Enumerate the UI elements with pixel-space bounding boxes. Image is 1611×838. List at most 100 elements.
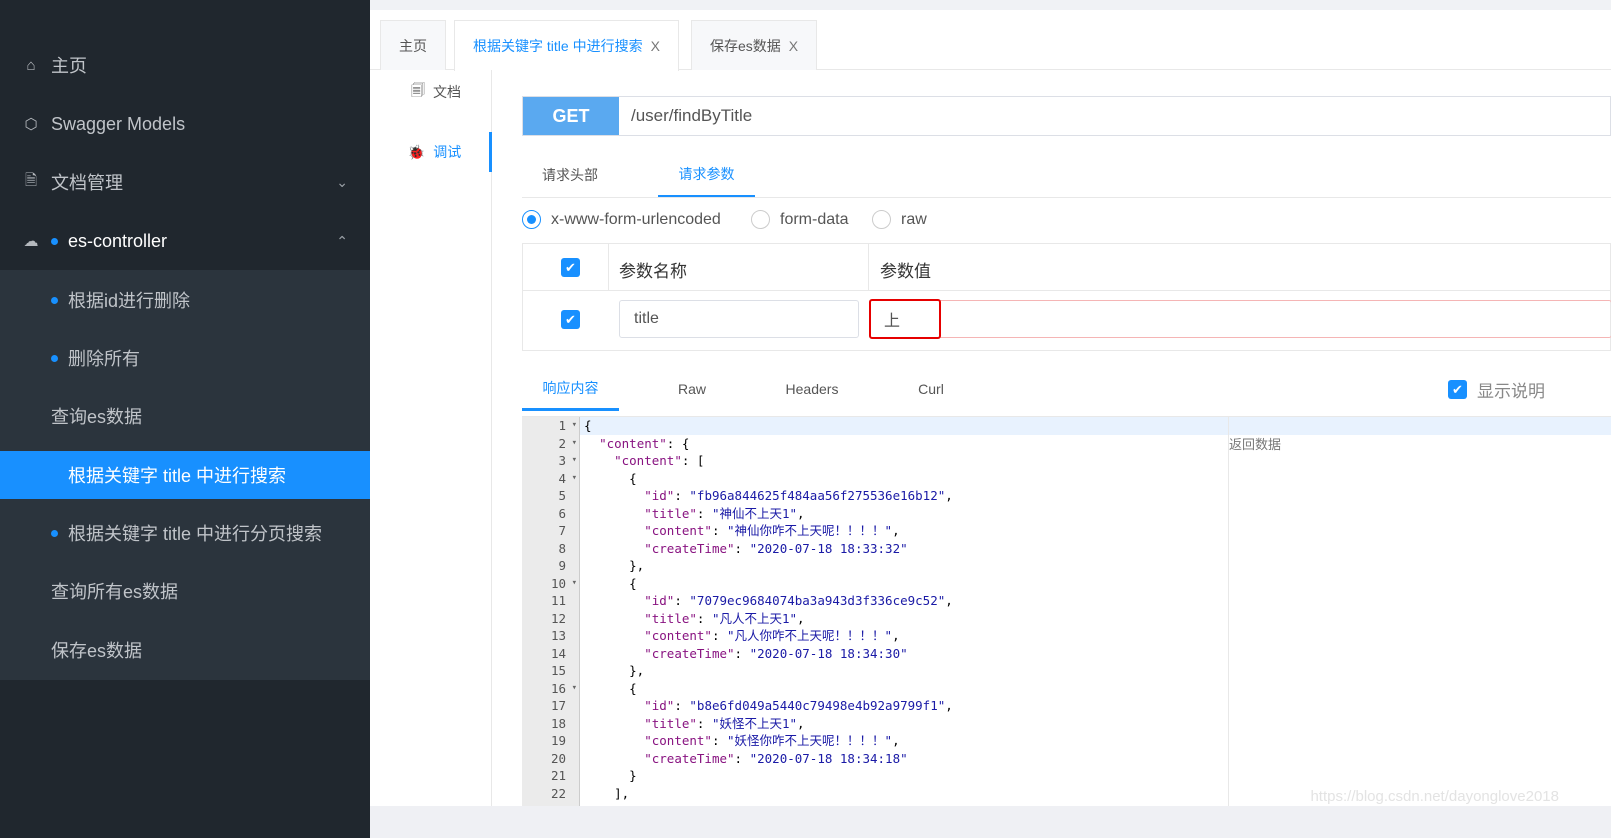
- url-bar: GET /user/findByTitle: [522, 96, 1611, 136]
- radio-label: x-www-form-urlencoded: [551, 210, 721, 228]
- sidebar-subitem-query-es[interactable]: 查询es数据: [0, 392, 370, 440]
- code-token: {: [584, 470, 637, 486]
- code-token: "2020-07-18 18:34:30": [749, 645, 908, 661]
- tab-label: 根据关键字 title 中进行搜索: [473, 38, 643, 54]
- code-token: "content": [644, 733, 712, 748]
- doc-nav-debug[interactable]: 🐞 调试: [380, 132, 492, 172]
- code-line: "content": {: [584, 435, 689, 453]
- code-token: "title": [644, 610, 697, 626]
- debug-label: 调试: [433, 144, 462, 160]
- document-settings-icon: 🗎: [24, 171, 38, 189]
- code-line: "id": "7079ec9684074ba3a943d3f336ce9c52"…: [584, 592, 953, 610]
- code-token: ],: [584, 785, 630, 801]
- show-desc-label: 显示说明: [1477, 382, 1545, 401]
- code-token: "id": [644, 488, 675, 503]
- code-token: ,: [945, 593, 953, 608]
- code-token: : [: [681, 453, 705, 468]
- code-token: {: [584, 418, 592, 433]
- api-cloud-icon: ☁: [23, 233, 39, 250]
- code-token: "id": [644, 698, 675, 713]
- sidebar-subitem-delete-by-id[interactable]: 根据id进行删除: [0, 276, 370, 324]
- code-token: ,: [945, 488, 953, 503]
- code-line: {: [584, 470, 637, 488]
- code-token: },: [584, 558, 645, 573]
- dot-icon: [51, 296, 58, 304]
- tab-request-params[interactable]: 请求参数: [658, 152, 755, 197]
- code-token: {: [584, 575, 637, 591]
- tab-raw[interactable]: Raw: [652, 367, 732, 411]
- code-token: "title": [644, 715, 697, 731]
- code-token: :: [696, 610, 712, 626]
- footer-bar: [370, 806, 1611, 838]
- sidebar-item-label: 文档管理: [51, 173, 123, 193]
- response-editor[interactable]: 1234567891011121314151617181920212223 { …: [522, 416, 1611, 806]
- sidebar-subitem-save-es[interactable]: 保存es数据: [0, 626, 370, 674]
- tab-headers[interactable]: Headers: [772, 367, 852, 411]
- sidebar-item-doc-management[interactable]: 🗎 文档管理 ⌄: [0, 153, 370, 211]
- code-token: :: [734, 750, 750, 766]
- line-number: 15: [550, 663, 566, 678]
- sidebar-subitem-search-title[interactable]: 根据关键字 title 中进行搜索: [0, 451, 370, 499]
- sidebar: ⌂ 主页 ⬡ Swagger Models 🗎 文档管理 ⌄ ☁ es-controlle…: [0, 0, 370, 838]
- tab-curl[interactable]: Curl: [891, 367, 971, 411]
- tab-search-title[interactable]: 根据关键字 title 中进行搜索 X: [454, 20, 679, 71]
- param-name-input[interactable]: title: [619, 300, 859, 338]
- tab-save-es[interactable]: 保存es数据 X: [691, 20, 818, 70]
- line-number: 4: [522, 470, 580, 488]
- code-line: "content": "凡人你咋不上天呢！！！！",: [584, 627, 900, 645]
- sidebar-subitem-query-all[interactable]: 查询所有es数据: [0, 567, 370, 615]
- sidebar-item-swagger-models[interactable]: ⬡ Swagger Models: [0, 95, 370, 153]
- code-token: "fb96a844625f484aa56f275536e16b12": [689, 488, 946, 503]
- line-number: 13: [550, 628, 566, 643]
- doc-nav-document[interactable]: 🗐 文档: [380, 72, 492, 112]
- sub-label: 保存es数据: [51, 641, 143, 661]
- tab-request-headers[interactable]: 请求头部: [522, 152, 618, 197]
- show-desc-toggle[interactable]: ✔ 显示说明: [1448, 377, 1545, 402]
- code-token: ,: [797, 505, 805, 521]
- code-token: :: [674, 698, 690, 713]
- code-token: "7079ec9684074ba3a943d3f336ce9c52": [689, 593, 946, 608]
- code-token: ,: [892, 523, 900, 538]
- send-method-button[interactable]: GET: [523, 97, 619, 135]
- param-value-input[interactable]: 上: [869, 299, 1611, 339]
- code-token: "神仙你咋不上天呢！！！！": [727, 523, 893, 538]
- radio-raw[interactable]: raw: [872, 210, 927, 229]
- close-icon[interactable]: X: [651, 38, 660, 54]
- row-checkbox[interactable]: ✔: [561, 310, 580, 329]
- sidebar-item-label: Swagger Models: [51, 113, 186, 134]
- tab-response-content[interactable]: 响应内容: [522, 367, 619, 411]
- radio-form-data[interactable]: form-data: [751, 210, 848, 229]
- cube-icon: ⬡: [24, 116, 38, 133]
- tab-label: 保存es数据: [710, 37, 781, 54]
- sidebar-subitem-delete-all[interactable]: 删除所有: [0, 334, 370, 382]
- code-token: "2020-07-18 18:34:18": [749, 750, 908, 766]
- sub-label: 根据id进行删除: [68, 291, 191, 311]
- code-line: "createTime": "2020-07-18 18:34:18": [584, 750, 908, 768]
- line-number: 12: [550, 610, 566, 626]
- url-input[interactable]: /user/findByTitle: [619, 106, 752, 126]
- line-number: 8: [558, 540, 566, 556]
- doc-label: 文档: [433, 84, 461, 100]
- watermark: https://blog.csdn.net/dayonglove2018: [1310, 788, 1559, 805]
- divider: [522, 197, 1611, 198]
- code-token: "凡人不上天1": [711, 610, 798, 626]
- tab-home[interactable]: 主页: [380, 20, 446, 70]
- line-number: 18: [550, 715, 566, 731]
- select-all-checkbox[interactable]: ✔: [561, 258, 580, 277]
- radio-urlencoded[interactable]: x-www-form-urlencoded: [522, 210, 721, 229]
- code-token: ,: [892, 628, 900, 643]
- close-icon[interactable]: X: [789, 38, 798, 54]
- sub-label: 删除所有: [68, 349, 140, 369]
- line-number: 14: [550, 645, 566, 661]
- sidebar-item-home[interactable]: ⌂ 主页: [0, 36, 370, 94]
- chevron-up-icon: ⌃: [336, 232, 348, 249]
- sidebar-item-es-controller[interactable]: ☁ es-controller ⌃: [0, 212, 370, 270]
- sidebar-subitem-search-title-paged[interactable]: 根据关键字 title 中进行分页搜索: [0, 509, 370, 557]
- sidebar-item-label: es-controller: [68, 230, 168, 251]
- code-token: "createTime": [644, 750, 735, 766]
